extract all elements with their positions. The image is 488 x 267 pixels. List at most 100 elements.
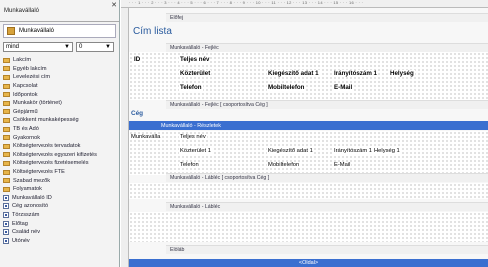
list-item-label: Levelezési cím <box>13 74 50 81</box>
list-item-label: Gépjármű <box>13 108 38 115</box>
list-item[interactable]: Költségtervezés egyszeri kifizetés <box>3 151 119 160</box>
list-item[interactable]: Munkavállaló ID <box>3 194 119 203</box>
list-item[interactable]: Időpontok <box>3 90 119 99</box>
entity-selector[interactable]: Munkavállaló <box>3 24 116 38</box>
list-item[interactable]: Gépjármű <box>3 108 119 117</box>
folder-icon <box>3 126 10 132</box>
close-icon[interactable]: ✕ <box>111 1 117 9</box>
folder-icon <box>3 135 10 141</box>
field-icon <box>3 194 9 201</box>
list-item[interactable]: Munkakör (történet) <box>3 99 119 108</box>
list-item-label: Előtag <box>12 220 28 227</box>
street-field[interactable]: Közterület 1 <box>179 148 212 154</box>
field-icon <box>3 220 9 227</box>
list-item-label: Gyakornok <box>13 134 41 141</box>
list-item[interactable]: Költségtervezés fizetésemelés <box>3 159 119 168</box>
list-item-label: Szabad mezők <box>13 177 51 184</box>
folder-icon <box>3 100 10 106</box>
list-item-label: Költségtervezés tervadatok <box>13 143 81 150</box>
report-designer: · · · 1 · · · 2 · · · 3 · · · 4 · · · 5 … <box>121 0 488 267</box>
list-item-label: TB és Adó <box>13 126 39 133</box>
list-item-label: Költségtervezés FTE <box>13 169 65 176</box>
entity-label: Munkavállaló <box>19 28 55 34</box>
list-item[interactable]: Törzsszám <box>3 211 119 220</box>
folder-icon <box>3 66 10 72</box>
field-icon <box>3 237 9 244</box>
folder-icon <box>3 74 10 80</box>
list-item-label: Törzsszám <box>12 211 40 218</box>
list-item[interactable]: Szabad mezők <box>3 176 119 185</box>
street-label[interactable]: Közterület <box>179 70 212 77</box>
email-field[interactable]: E-Mail <box>333 162 352 168</box>
band-detail[interactable]: Munkavállaló - Részletek <box>129 121 488 130</box>
footer-group-grid <box>129 183 488 199</box>
folder-icon <box>3 57 10 63</box>
folder-icon <box>3 152 10 158</box>
field-icon <box>3 203 9 210</box>
band-header-group[interactable]: Munkavállaló - Fejléc [ csoportosítva Cé… <box>166 100 488 109</box>
list-item[interactable]: Utónév <box>3 236 119 245</box>
list-item[interactable]: TB és Adó <box>3 125 119 134</box>
list-item-label: Munkakör (történet) <box>13 100 62 107</box>
list-item[interactable]: Előtag <box>3 219 119 228</box>
group-label[interactable]: Cég <box>131 110 143 117</box>
folder-icon <box>3 143 10 149</box>
folder-icon <box>3 117 10 123</box>
list-item-label: Lakcím <box>13 57 32 64</box>
band-header[interactable]: Munkavállaló - Fejléc <box>166 43 488 52</box>
list-item[interactable]: Család név <box>3 228 119 237</box>
list-item[interactable]: Egyéb lakcím <box>3 65 119 74</box>
list-item[interactable]: Csökkent munkaképesség <box>3 116 119 125</box>
list-item[interactable]: Levelezési cím <box>3 73 119 82</box>
band-footer-group[interactable]: Munkavállaló - Lábléc [ csoportosítva Cé… <box>166 173 488 182</box>
email-label[interactable]: E-Mail <box>333 84 354 91</box>
list-item-label: Költségtervezés egyszeri kifizetés <box>13 151 97 158</box>
list-item[interactable]: Cég azonosító <box>3 202 119 211</box>
phone-label[interactable]: Telefon <box>179 84 203 91</box>
list-item[interactable]: Folyamatok <box>3 185 119 194</box>
field-list: Lakcím Egyéb lakcím Levelezési cím Kapcsola… <box>0 56 119 245</box>
list-item-label: Cég azonosító <box>12 203 49 210</box>
list-item-label: Folyamatok <box>13 186 42 193</box>
extra-label[interactable]: Kiegészítő adat 1 <box>267 70 320 77</box>
folder-icon <box>3 109 10 115</box>
extra-field[interactable]: Kiegészítő adat 1 <box>267 148 314 154</box>
list-item[interactable]: Költségtervezés FTE <box>3 168 119 177</box>
folder-icon <box>3 92 10 98</box>
mobile-field[interactable]: Mobiltelefon <box>267 162 301 168</box>
folder-icon <box>3 160 10 166</box>
zip-field[interactable]: Irányítószám 1 <box>333 148 374 154</box>
list-item[interactable]: Költségtervezés tervadatok <box>3 142 119 151</box>
vertical-ruler <box>121 8 129 267</box>
mobile-label[interactable]: Mobiltelefon <box>267 84 306 91</box>
zip-label[interactable]: Irányítószám 1 <box>333 70 378 77</box>
list-item[interactable]: Gyakornok <box>3 133 119 142</box>
entity-icon <box>7 27 15 35</box>
chevron-down-icon: ▼ <box>64 44 70 50</box>
folder-icon <box>3 178 10 184</box>
city-label[interactable]: Helység <box>389 70 415 77</box>
name-field[interactable]: Teljes név <box>179 134 207 140</box>
list-item-label: Kapcsolat <box>13 83 38 90</box>
name-label[interactable]: Teljes név <box>179 56 211 63</box>
band-post[interactable]: Elöláb <box>166 245 488 254</box>
band-pre[interactable]: Előfej <box>166 13 488 22</box>
list-item[interactable]: Lakcím <box>3 56 119 65</box>
level-combo[interactable]: 0 ▼ <box>76 42 114 52</box>
list-item[interactable]: Kapcsolat <box>3 82 119 91</box>
list-item-label: Munkavállaló ID <box>12 194 52 201</box>
filter-combo[interactable]: mind ▼ <box>3 42 73 52</box>
band-footer[interactable]: Munkavállaló - Lábléc <box>166 202 488 211</box>
field-panel: Munkavállaló ✕ Munkavállaló mind ▼ 0 ▼ Lak… <box>0 0 120 267</box>
city-field[interactable]: Helység 1 <box>373 148 401 154</box>
phone-field[interactable]: Telefon <box>179 162 200 168</box>
filter-value: mind <box>6 44 20 50</box>
company-field[interactable]: Munkaválla <box>130 134 162 140</box>
list-item-label: Időpontok <box>13 91 38 98</box>
page-bar: <Oldal> <box>129 259 488 267</box>
field-icon <box>3 211 9 218</box>
list-item-label: Utónév <box>12 237 30 244</box>
report-title[interactable]: Cím lista <box>133 26 172 37</box>
ruler: · · · 1 · · · 2 · · · 3 · · · 4 · · · 5 … <box>121 0 488 8</box>
id-label[interactable]: ID <box>133 56 142 63</box>
